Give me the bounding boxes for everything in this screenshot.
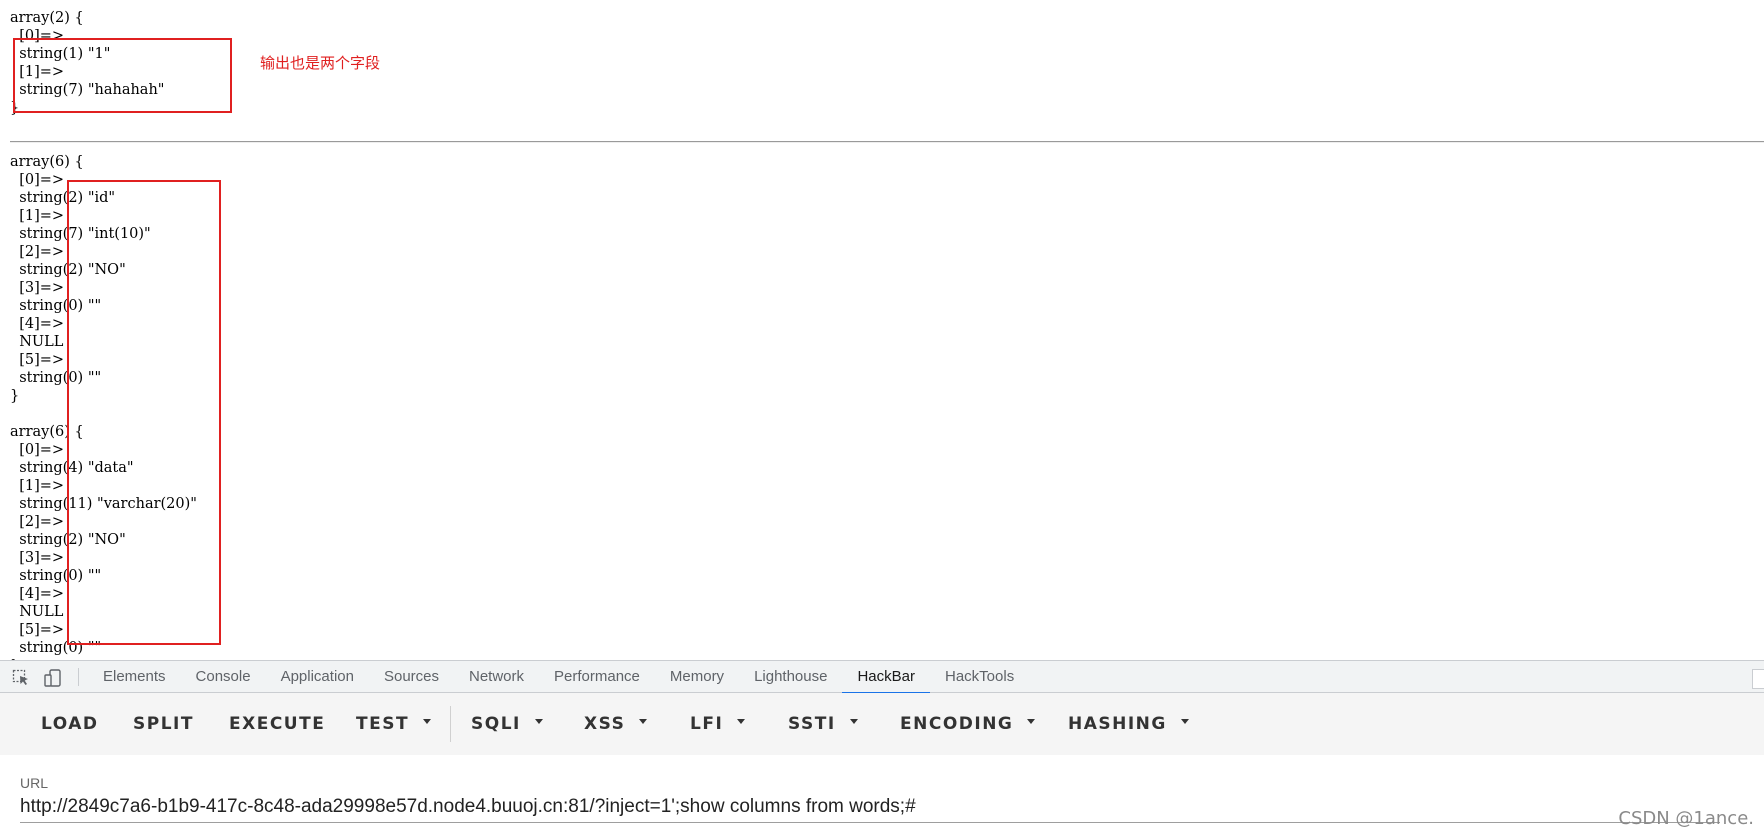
caret-down-icon — [1180, 718, 1189, 724]
xss-button-label: XSS — [584, 714, 626, 734]
split-button[interactable]: SPLIT — [133, 707, 194, 741]
tab-hackbar[interactable]: HackBar — [842, 661, 930, 694]
tab-hacktools[interactable]: HackTools — [930, 661, 1029, 692]
url-label: URL — [20, 775, 49, 791]
encoding-button-label: ENCODING — [900, 714, 1014, 734]
devtools-tab-bar: Elements Console Application Sources Net… — [0, 660, 1764, 694]
tab-elements[interactable]: Elements — [88, 661, 181, 692]
annotation-text: 输出也是两个字段 — [260, 54, 381, 72]
tab-performance[interactable]: Performance — [539, 661, 655, 692]
ssti-button-label: SSTI — [788, 714, 836, 734]
tab-memory[interactable]: Memory — [655, 661, 739, 692]
hackbar-toolbar: LOAD SPLIT EXECUTE TEST SQLI XSS LFI SST… — [0, 693, 1764, 755]
highlight-box-2 — [67, 180, 221, 645]
xss-menu-button[interactable]: XSS — [584, 707, 648, 741]
devtools-tabs: Elements Console Application Sources Net… — [88, 661, 1029, 694]
execute-button-label: EXECUTE — [229, 714, 326, 734]
watermark: CSDN @1ance. — [1618, 808, 1754, 829]
page-output: array(2) { [0]=> string(1) "1" [1]=> str… — [0, 0, 1764, 660]
hashing-button-label: HASHING — [1068, 714, 1167, 734]
caret-down-icon — [849, 718, 858, 724]
highlight-box-1 — [13, 38, 232, 113]
split-button-label: SPLIT — [133, 714, 194, 734]
device-toolbar-icon[interactable] — [44, 669, 61, 687]
lfi-menu-button[interactable]: LFI — [690, 707, 746, 741]
tab-console[interactable]: Console — [181, 661, 266, 692]
url-section: URL CSDN @1ance. — [0, 755, 1764, 830]
url-input[interactable] — [20, 792, 1720, 823]
sqli-button-label: SQLI — [471, 714, 521, 734]
load-button-label: LOAD — [41, 714, 99, 734]
ssti-menu-button[interactable]: SSTI — [788, 707, 858, 741]
lfi-button-label: LFI — [690, 714, 724, 734]
tab-lighthouse[interactable]: Lighthouse — [739, 661, 842, 692]
test-button-label: TEST — [356, 714, 410, 734]
load-button[interactable]: LOAD — [41, 707, 99, 741]
toolbar-divider — [450, 706, 451, 742]
tab-network[interactable]: Network — [454, 661, 539, 692]
hashing-menu-button[interactable]: HASHING — [1068, 707, 1189, 741]
caret-down-icon — [423, 718, 432, 724]
tab-application[interactable]: Application — [266, 661, 369, 692]
toolbar-divider — [78, 668, 79, 686]
encoding-menu-button[interactable]: ENCODING — [900, 707, 1036, 741]
caret-down-icon — [737, 718, 746, 724]
tab-sources[interactable]: Sources — [369, 661, 454, 692]
test-menu-button[interactable]: TEST — [356, 707, 432, 741]
caret-down-icon — [534, 718, 543, 724]
execute-button[interactable]: EXECUTE — [229, 707, 325, 741]
sqli-menu-button[interactable]: SQLI — [471, 707, 543, 741]
caret-down-icon — [639, 718, 648, 724]
devtools-overflow-control[interactable] — [1752, 669, 1764, 689]
cursor-select-icon[interactable] — [12, 669, 28, 685]
caret-down-icon — [1027, 718, 1036, 724]
horizontal-rule — [10, 141, 1764, 143]
